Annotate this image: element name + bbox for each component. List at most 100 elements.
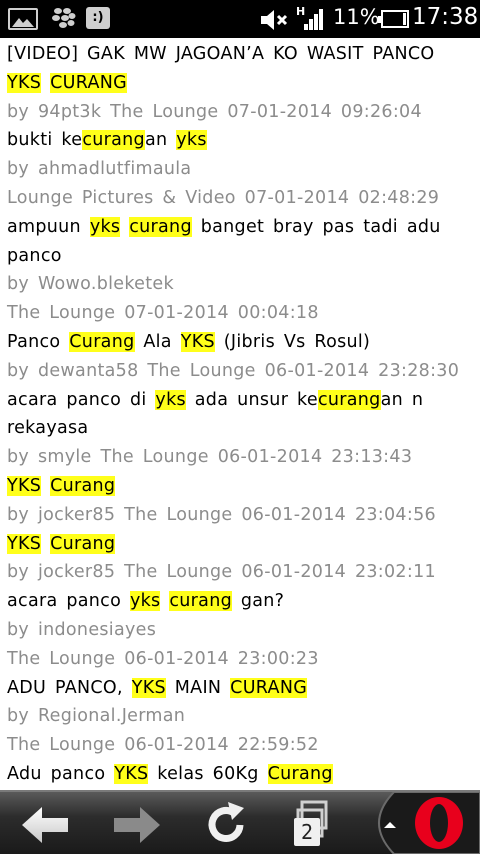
by-label: by [7, 101, 30, 122]
post-date: 06-01-2014 22:59:52 [124, 735, 319, 756]
author-name: ahmadlutfimaula [37, 159, 192, 180]
battery-icon [378, 10, 409, 28]
thread-title-link[interactable]: ADU PANCO, YKS MAIN CURANG [7, 674, 475, 703]
browser-toolbar: 2 [0, 790, 480, 854]
result-meta: by ahmadlutfimaula [7, 155, 475, 184]
thread-title-link[interactable]: ampuun yks curang banget bray pas tadi a… [7, 213, 475, 242]
opera-menu-button[interactable] [364, 791, 480, 854]
search-term-highlight: curang [82, 130, 145, 151]
title-text: [VIDEO] GAK MW JAGOAN’A KO WASIT PANCO [7, 44, 435, 64]
author-name: Wowo.bleketek [37, 274, 174, 295]
search-term-highlight: curang [317, 389, 381, 410]
search-term-highlight: Curang [50, 475, 116, 496]
search-term-highlight: YKS [180, 331, 215, 352]
opera-menu-icon [378, 791, 480, 854]
search-term-highlight: Curang [69, 331, 135, 352]
thread-title-link[interactable]: bukti kecurangan yks [7, 126, 475, 155]
search-term-highlight: Curang [267, 763, 333, 784]
title-text [41, 73, 50, 93]
search-term-highlight: CURANG [50, 72, 127, 93]
title-text: Adu panco [7, 763, 115, 784]
search-term-highlight: YKS [114, 763, 149, 784]
search-term-highlight: curang [129, 216, 192, 237]
search-term-highlight: yks [89, 216, 121, 237]
thread-title-link[interactable]: YKS CURANG [7, 69, 475, 98]
post-date: 07-01-2014 00:04:18 [124, 303, 319, 324]
post-date: 06-01-2014 23:02:11 [241, 562, 436, 583]
by-label: by [7, 159, 30, 180]
author-name: jocker85 [37, 504, 116, 525]
title-text: Ala [134, 331, 181, 352]
forward-button[interactable] [108, 792, 164, 854]
forum-name: The Lounge [124, 562, 233, 583]
title-text: bukti ke [7, 130, 83, 151]
blackberry-messenger-icon [52, 7, 76, 33]
title-text: rekayasa [7, 418, 89, 439]
post-date: 06-01-2014 23:28:30 [264, 360, 460, 381]
result-meta: by dewanta58 The Lounge 06-01-2014 23:28… [7, 357, 475, 386]
title-text [41, 476, 50, 496]
signal-icon: H [296, 4, 326, 38]
title-text: kelas 60Kg [148, 763, 268, 784]
title-text [41, 534, 50, 554]
author-name: jocker85 [37, 562, 116, 583]
title-text: an [144, 130, 177, 151]
by-label: by [7, 706, 30, 727]
back-button[interactable] [18, 792, 74, 854]
by-label: by [7, 619, 30, 640]
thread-title-link[interactable]: [VIDEO] GAK MW JAGOAN’A KO WASIT PANCO [7, 40, 475, 69]
forum-name: The Lounge [124, 504, 233, 525]
search-term-highlight: YKS [7, 533, 42, 554]
forum-name: The Lounge [7, 648, 116, 669]
network-type-label: H [296, 5, 305, 18]
search-term-highlight: YKS [7, 72, 42, 93]
thread-title-link[interactable]: acara panco yks curang gan? [7, 587, 475, 616]
result-meta: by indonesiayes [7, 616, 475, 645]
battery-percentage: 11% [333, 5, 380, 29]
result-meta: The Lounge 06-01-2014 22:59:52 [7, 731, 475, 760]
title-text: ada unsur ke [185, 389, 318, 410]
by-label: by [7, 504, 30, 525]
title-text: (Jibris Vs Rosul) [214, 331, 371, 352]
thread-title-link[interactable]: panco [7, 242, 475, 271]
author-name: indonesiayes [37, 619, 157, 640]
author-name: dewanta58 [37, 360, 139, 381]
search-term-highlight: curang [169, 591, 232, 612]
reload-button[interactable] [200, 792, 252, 854]
result-meta: by 94pt3k The Lounge 07-01-2014 09:26:04 [7, 98, 475, 127]
tabs-button[interactable]: 2 [288, 792, 338, 854]
thread-title-link[interactable]: rekayasa [7, 414, 475, 443]
result-meta: The Lounge 06-01-2014 23:00:23 [7, 645, 475, 674]
search-term-highlight: yks [129, 591, 161, 612]
forum-name: The Lounge [110, 101, 219, 122]
title-text: MAIN [165, 677, 231, 698]
reload-icon [208, 802, 244, 842]
post-date: 07-01-2014 02:48:29 [244, 187, 440, 208]
search-term-highlight: Curang [50, 533, 116, 554]
post-date: 06-01-2014 23:00:23 [124, 648, 319, 669]
result-meta: Lounge Pictures & Video 07-01-2014 02:48… [7, 184, 475, 213]
search-results-list: [VIDEO] GAK MW JAGOAN’A KO WASIT PANCO YK… [7, 40, 475, 789]
by-label: by [7, 274, 30, 295]
title-text: banget bray pas tadi adu [191, 216, 441, 237]
by-label: by [7, 447, 30, 468]
post-date: 06-01-2014 23:13:43 [217, 447, 413, 468]
gallery-icon [8, 8, 38, 30]
title-text: an n [380, 389, 424, 410]
title-text: ADU PANCO, [7, 677, 132, 698]
thread-title-link[interactable]: YKS Curang [7, 530, 475, 559]
title-text: gan? [232, 591, 285, 612]
thread-title-link[interactable]: acara panco di yks ada unsur kecurangan … [7, 386, 475, 415]
status-clock: 17:38 [412, 4, 479, 30]
tabs-count: 2 [294, 818, 320, 846]
search-term-highlight: yks [155, 389, 186, 410]
forum-name: The Lounge [7, 303, 116, 324]
thread-title-link[interactable]: Panco Curang Ala YKS (Jibris Vs Rosul) [7, 328, 475, 357]
thread-title-link[interactable]: Adu panco YKS kelas 60Kg Curang [7, 760, 475, 789]
forum-name: The Lounge [100, 447, 209, 468]
thread-title-link[interactable]: YKS Curang [7, 472, 475, 501]
result-meta: by jocker85 The Lounge 06-01-2014 23:02:… [7, 558, 475, 587]
by-label: by [7, 562, 30, 583]
search-term-highlight: yks [176, 130, 207, 151]
by-label: by [7, 360, 30, 381]
